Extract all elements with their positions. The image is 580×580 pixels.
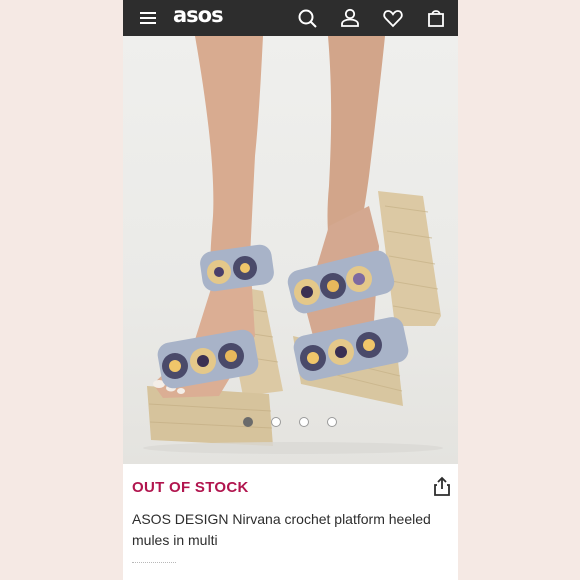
menu-icon[interactable] xyxy=(137,7,159,29)
phone-screen: asos OUT OF STOCK ASOS DESIGN Nirvana cr… xyxy=(123,0,458,580)
share-icon[interactable] xyxy=(431,475,453,497)
bag-icon[interactable] xyxy=(425,7,447,29)
search-icon[interactable] xyxy=(296,7,318,29)
top-nav-bar: asos xyxy=(123,0,458,36)
carousel-dot-4[interactable] xyxy=(327,417,337,427)
product-info: OUT OF STOCK ASOS DESIGN Nirvana crochet… xyxy=(123,464,458,580)
heart-icon[interactable] xyxy=(382,7,404,29)
carousel-dot-1[interactable] xyxy=(243,417,253,427)
product-image[interactable] xyxy=(123,36,458,464)
carousel-dot-2[interactable] xyxy=(271,417,281,427)
product-title: ASOS DESIGN Nirvana crochet platform hee… xyxy=(132,511,431,548)
account-icon[interactable] xyxy=(339,7,361,29)
price-placeholder xyxy=(132,562,176,572)
carousel-dots xyxy=(123,417,458,429)
product-photo-illustration xyxy=(143,36,443,454)
carousel-dot-3[interactable] xyxy=(299,417,309,427)
asos-logo[interactable]: asos xyxy=(173,3,224,27)
stock-status: OUT OF STOCK xyxy=(132,479,249,496)
